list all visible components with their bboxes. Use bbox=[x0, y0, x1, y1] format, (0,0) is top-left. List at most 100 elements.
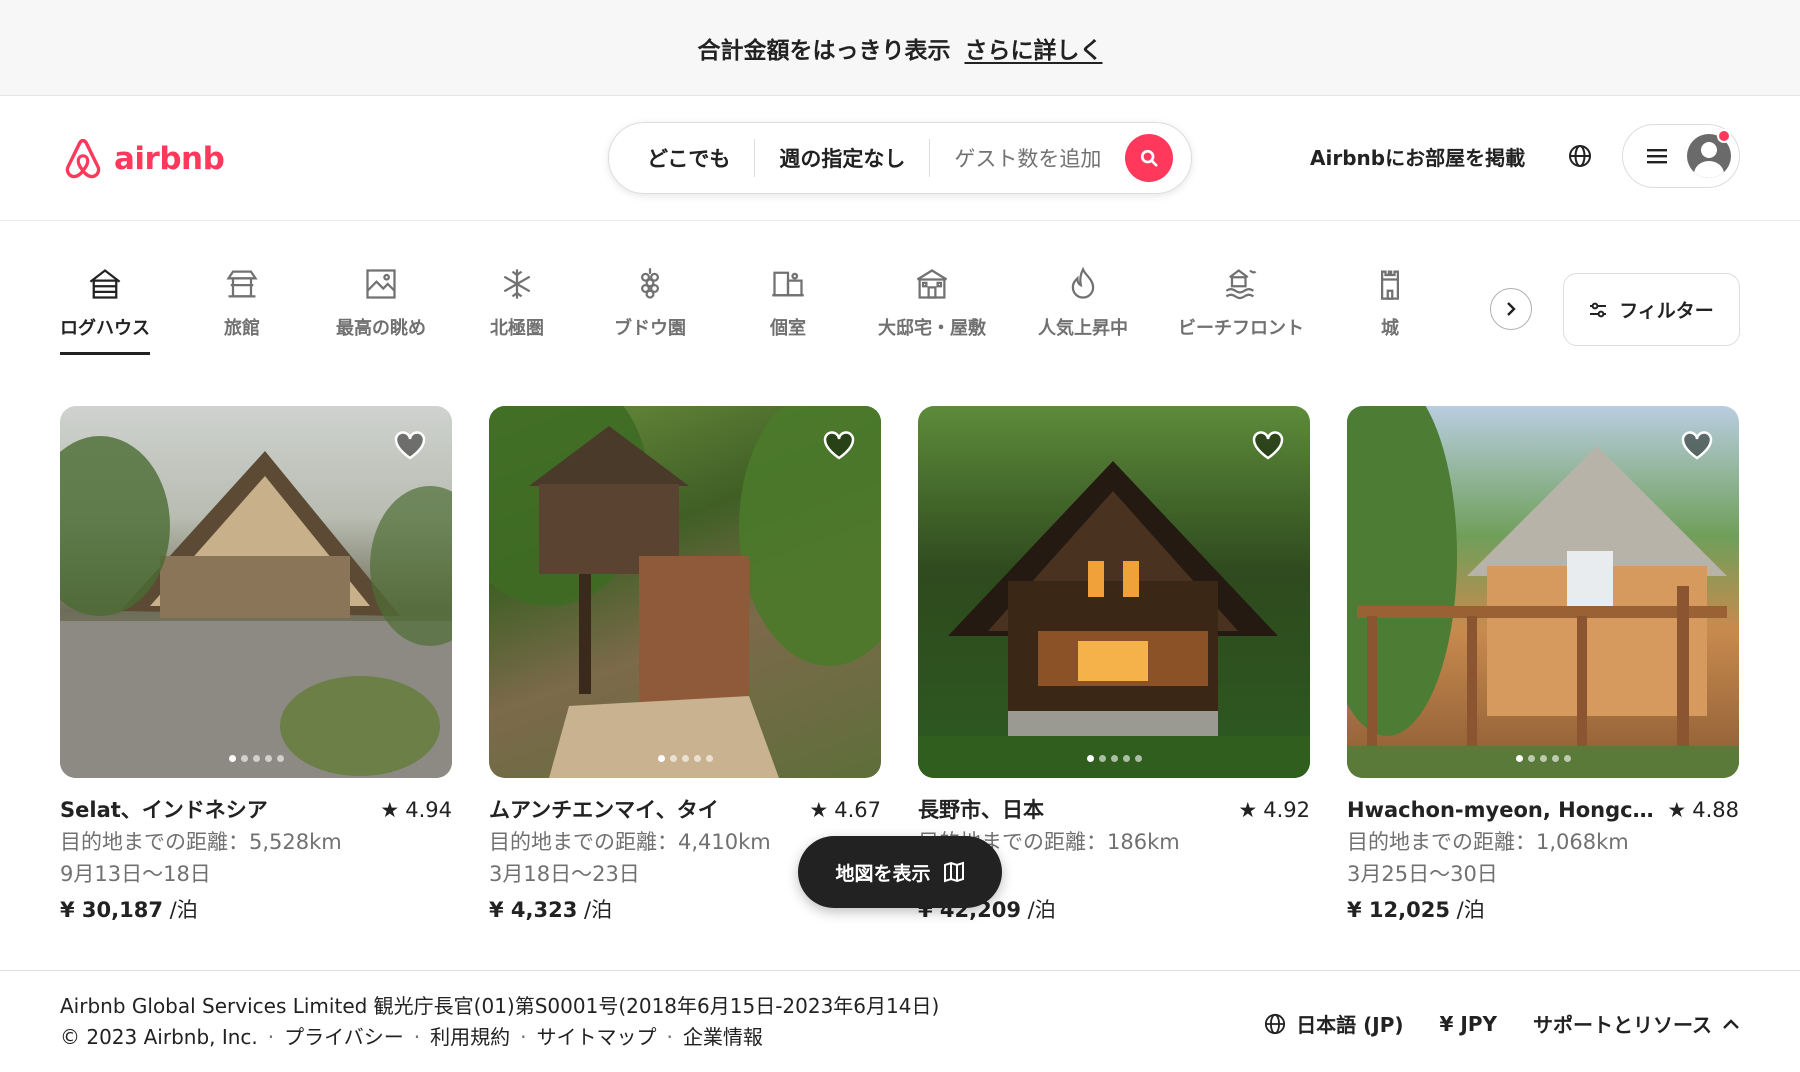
photo-carousel-dots bbox=[60, 755, 452, 762]
star-icon: ★ bbox=[1238, 798, 1258, 822]
listing-photo[interactable] bbox=[60, 406, 452, 778]
category-mansion[interactable]: 大邸宅・屋敷 bbox=[878, 264, 986, 340]
category-private-room[interactable]: 個室 bbox=[768, 264, 808, 340]
listing-image-art bbox=[60, 436, 452, 778]
logo-text: airbnb bbox=[114, 141, 225, 177]
private-room-icon bbox=[768, 264, 808, 304]
show-map-button[interactable]: 地図を表示 bbox=[798, 836, 1002, 908]
category-trending[interactable]: 人気上昇中 bbox=[1038, 264, 1128, 340]
listing-dates: 9月13日～18日 bbox=[60, 862, 211, 886]
category-label: 北極圏 bbox=[490, 318, 544, 339]
category-arctic[interactable]: 北極圏 bbox=[490, 264, 544, 340]
hamburger-menu-icon bbox=[1647, 149, 1667, 164]
map-icon bbox=[943, 861, 964, 883]
listing-location: Selat、インドネシア bbox=[60, 798, 268, 822]
mansion-icon bbox=[912, 264, 952, 304]
listing-rating: 4.94 bbox=[405, 798, 452, 822]
footer-currency-label: ¥ JPY bbox=[1439, 1011, 1497, 1036]
footer-language-label: 日本語 (JP) bbox=[1296, 1013, 1404, 1037]
category-label: 最高の眺め bbox=[336, 318, 426, 339]
footer-currency-button[interactable]: ¥ JPY bbox=[1440, 1012, 1497, 1036]
banner-learn-more-link[interactable]: さらに詳しく bbox=[965, 31, 1103, 65]
show-map-label: 地図を表示 bbox=[835, 862, 931, 885]
footer-link-terms[interactable]: 利用規約 bbox=[430, 1022, 510, 1053]
ryokan-icon bbox=[222, 264, 262, 304]
footer-copyright: © 2023 Airbnb, Inc. bbox=[60, 1025, 258, 1049]
listing-location: ムアンチエンマイ、タイ bbox=[489, 798, 719, 822]
category-log-cabin[interactable]: ログハウス bbox=[60, 264, 150, 355]
listing-location: 長野市、日本 bbox=[918, 798, 1044, 822]
listing-rating: 4.67 bbox=[834, 798, 881, 822]
listing-photo[interactable] bbox=[489, 406, 881, 778]
heart-icon[interactable] bbox=[1252, 430, 1284, 460]
heart-icon[interactable] bbox=[823, 430, 855, 460]
log-cabin-icon bbox=[85, 264, 125, 304]
listing-image-art bbox=[1347, 406, 1739, 778]
airbnb-logo[interactable]: airbnb bbox=[60, 134, 225, 184]
listing-price-unit: /泊 bbox=[1020, 898, 1056, 922]
listing-location: Hwachon-myeon, Hongch... bbox=[1347, 798, 1662, 822]
listing-photo[interactable] bbox=[1347, 406, 1739, 778]
heart-icon[interactable] bbox=[1681, 430, 1713, 460]
language-button[interactable] bbox=[1564, 140, 1596, 172]
search-guests[interactable]: ゲスト数を追加 bbox=[930, 123, 1113, 193]
filter-button[interactable]: フィルター bbox=[1563, 273, 1740, 346]
search-when[interactable]: 週の指定なし bbox=[755, 123, 929, 193]
chevron-up-icon bbox=[1723, 1018, 1739, 1029]
category-label: 個室 bbox=[770, 318, 806, 339]
header: airbnb どこでも 週の指定なし ゲスト数を追加 Airbnbにお部屋を掲載 bbox=[0, 96, 1800, 221]
footer-language-button[interactable]: 日本語 (JP) bbox=[1264, 1009, 1404, 1038]
star-icon: ★ bbox=[809, 798, 829, 822]
footer-separator: · bbox=[666, 1025, 673, 1049]
globe-icon bbox=[1569, 145, 1591, 167]
listing-rating: 4.92 bbox=[1263, 798, 1310, 822]
top-banner: 合計金額をはっきり表示 さらに詳しく bbox=[0, 0, 1800, 96]
category-label: ビーチフロント bbox=[1178, 318, 1304, 339]
footer-link-sitemap[interactable]: サイトマップ bbox=[536, 1022, 656, 1053]
footer-support-label: サポートとリソース bbox=[1533, 1013, 1712, 1037]
category-scroll-next-button[interactable] bbox=[1490, 288, 1532, 330]
airbnb-logo-icon bbox=[65, 138, 101, 179]
trending-icon bbox=[1063, 264, 1103, 304]
listing-photo[interactable] bbox=[918, 406, 1310, 778]
listing-card[interactable]: Hwachon-myeon, Hongch... ★ 4.88 目的地までの距離：… bbox=[1347, 406, 1739, 926]
listing-image-art bbox=[918, 461, 1310, 778]
footer-link-privacy[interactable]: プライバシー bbox=[284, 1022, 404, 1053]
listing-dates: 3月25日～30日 bbox=[1347, 862, 1498, 886]
chevron-right-icon bbox=[1507, 302, 1516, 316]
listing-rating: 4.88 bbox=[1692, 798, 1739, 822]
photo-carousel-dots bbox=[918, 755, 1310, 762]
category-amazing-views[interactable]: 最高の眺め bbox=[336, 264, 426, 340]
category-castle[interactable]: 城 bbox=[1370, 264, 1410, 340]
footer-company-info: Airbnb Global Services Limited 観光庁長官(01)… bbox=[60, 994, 940, 1018]
user-menu-button[interactable] bbox=[1622, 124, 1740, 188]
listing-card[interactable]: Selat、インドネシア ★ 4.94 目的地までの距離：5,528km 9月13… bbox=[60, 406, 452, 926]
star-icon: ★ bbox=[380, 798, 400, 822]
footer: Airbnb Global Services Limited 観光庁長官(01)… bbox=[0, 970, 1800, 1072]
category-vineyard[interactable]: ブドウ園 bbox=[614, 264, 686, 340]
amazing-views-icon bbox=[361, 264, 401, 304]
listing-price: ¥ 12,025 bbox=[1347, 898, 1450, 922]
beachfront-icon bbox=[1221, 264, 1261, 304]
castle-icon bbox=[1370, 264, 1410, 304]
listing-price-unit: /泊 bbox=[577, 898, 613, 922]
host-your-home-link[interactable]: Airbnbにお部屋を掲載 bbox=[1310, 142, 1525, 171]
search-where[interactable]: どこでも bbox=[609, 123, 754, 193]
footer-separator: · bbox=[267, 1025, 275, 1049]
footer-support-button[interactable]: サポートとリソース bbox=[1533, 1009, 1740, 1038]
banner-text: 合計金額をはっきり表示 bbox=[697, 37, 951, 64]
footer-link-company[interactable]: 企業情報 bbox=[683, 1022, 763, 1053]
category-label: ログハウス bbox=[60, 318, 150, 339]
heart-icon[interactable] bbox=[394, 430, 426, 460]
category-label: 人気上昇中 bbox=[1038, 318, 1128, 339]
listing-distance: 目的地までの距離：1,068km bbox=[1347, 830, 1629, 854]
filter-label: フィルター bbox=[1619, 300, 1714, 322]
category-ryokan[interactable]: 旅館 bbox=[222, 264, 262, 340]
search-button[interactable] bbox=[1125, 134, 1174, 182]
search-bar[interactable]: どこでも 週の指定なし ゲスト数を追加 bbox=[608, 122, 1192, 194]
photo-carousel-dots bbox=[489, 755, 881, 762]
search-icon bbox=[1141, 149, 1158, 167]
category-label: 大邸宅・屋敷 bbox=[878, 318, 986, 339]
category-beachfront[interactable]: ビーチフロント bbox=[1178, 264, 1304, 340]
listing-distance: 目的地までの距離：5,528km bbox=[60, 830, 342, 854]
